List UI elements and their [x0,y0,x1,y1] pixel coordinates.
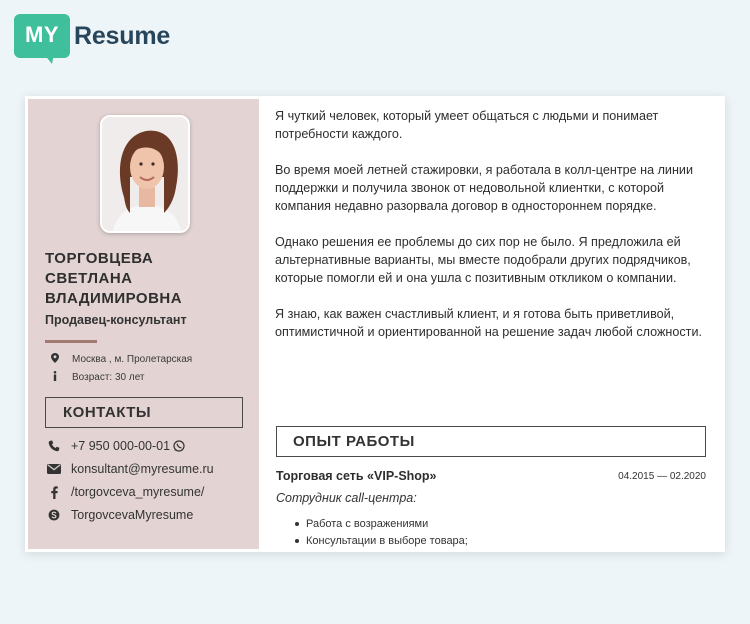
candidate-patronymic: Владимировна [45,290,183,307]
profile-photo-illustration [102,117,188,231]
profile-photo [100,115,190,233]
map-pin-icon [48,353,62,366]
facebook-text: /torgovceva_myresume/ [71,485,205,499]
job-duties-list: Работа с возражениями Консультации в выб… [295,516,468,550]
skype-text: TorgovcevaMyresume [71,508,194,522]
phone-text: +7 950 000-00-01 [71,439,171,453]
age-row: Возраст: 30 лет [48,371,248,384]
phone-icon [47,440,61,452]
skype-icon [47,509,61,521]
logo-my-text: MY [25,22,59,47]
contacts-heading: КОНТАКТЫ [45,397,243,428]
candidate-surname: Торговцева [45,250,154,267]
resume-sidebar: Торговцева Светлана Владимировна Продаве… [28,99,259,549]
contact-phone[interactable]: +7 950 000-00-01 [47,439,257,453]
age-text: Возраст: 30 лет [72,372,145,383]
about-paragraph: Однако решения ее проблемы до сих пор не… [275,235,691,285]
list-item: Консультации в выборе товара; [295,533,468,550]
location-text: Москва , м. Пролетарская [72,354,193,365]
list-item: Работа с возражениями [295,516,468,533]
logo-resume-text: Resume [74,22,171,50]
experience-heading: ОПЫТ РАБОТЫ [276,426,706,457]
location-row: Москва , м. Пролетарская [48,353,248,366]
candidate-first-name: Светлана [45,270,133,287]
contact-skype[interactable]: TorgovcevaMyresume [47,508,257,522]
whatsapp-icon [173,440,185,452]
candidate-name: Торговцева Светлана Владимировна [45,249,250,309]
job-company: Торговая сеть «VIP-Shop» [276,469,437,483]
contact-email[interactable]: konsultant@myresume.ru [47,462,257,476]
desired-position: Продавец-консультант [45,313,187,327]
facebook-icon [47,485,61,499]
accent-divider [45,340,97,343]
envelope-icon [47,464,61,474]
about-paragraph: Я знаю, как важен счастливый клиент, и я… [275,307,702,339]
resume-card: Торговцева Светлана Владимировна Продаве… [25,96,725,552]
email-text: konsultant@myresume.ru [71,462,214,476]
job-dates: 04.2015 — 02.2020 [618,471,706,482]
about-paragraph: Я чуткий человек, который умеет общаться… [275,109,659,141]
about-paragraph: Во время моей летней стажировки, я работ… [275,163,693,213]
about-section: Я чуткий человек, который умеет общаться… [275,107,707,359]
info-icon [48,371,62,384]
contact-facebook[interactable]: /torgovceva_myresume/ [47,485,257,499]
job-role: Сотрудник call-центра: [276,491,417,505]
